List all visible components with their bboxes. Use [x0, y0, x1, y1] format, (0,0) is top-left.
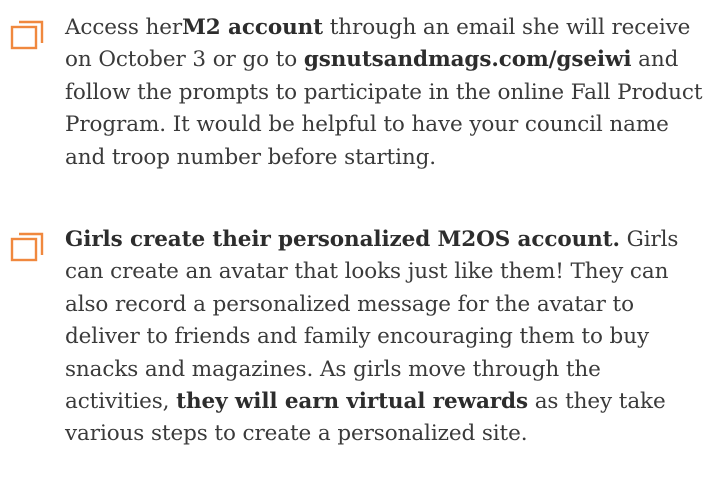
item-text: Girls create their personalized M2OS acc…	[65, 224, 705, 451]
checkbox-icon[interactable]	[10, 20, 44, 50]
item-text-segment: Girls can create an avatar that looks ju…	[65, 227, 679, 415]
rewards-bold: they will earn virtual rewards	[176, 389, 528, 415]
url-link[interactable]: gsnutsandmags.com/gseiwi	[304, 47, 632, 72]
item-text: Access herM2 account through an email sh…	[65, 12, 705, 174]
checkbox-icon[interactable]	[10, 232, 44, 262]
account-name-bold: M2 account	[182, 15, 323, 40]
item-heading-bold: Girls create their personalized M2OS acc…	[65, 227, 620, 252]
item-text-segment: Access her	[65, 15, 183, 40]
